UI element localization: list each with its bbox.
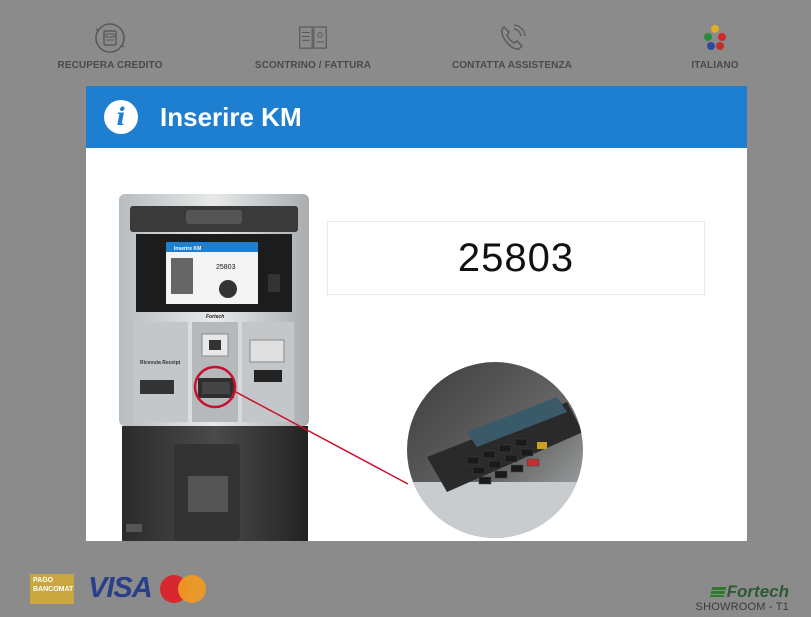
recupera-credito-label: RECUPERA CREDITO: [57, 60, 163, 71]
fortech-branding: Fortech SHOWROOM - T1: [695, 583, 789, 614]
fortech-brand-text: Fortech: [726, 582, 789, 601]
contatta-assistenza-label: CONTATTA ASSISTENZA: [451, 60, 573, 71]
keypad-zoom-image: [407, 362, 583, 538]
scontrino-fattura-button[interactable]: SCONTRINO / FATTURA: [233, 20, 393, 80]
top-bar: RECUPERA CREDITO SCONTRINO / FATTURA CON…: [0, 0, 811, 80]
phone-icon: [494, 20, 530, 56]
km-dialog: i Inserire KM 25803 Inserire KM 25803 Fo…: [86, 86, 747, 541]
flags-icon: [697, 20, 733, 56]
kiosk-screen: RECUPERA CREDITO SCONTRINO / FATTURA CON…: [0, 0, 811, 617]
contatta-assistenza-button[interactable]: CONTATTA ASSISTENZA: [432, 20, 592, 80]
wallet-recovery-icon: [92, 20, 128, 56]
site-label: SHOWROOM - T1: [695, 601, 789, 613]
scontrino-fattura-label: SCONTRINO / FATTURA: [254, 60, 372, 71]
receipt-invoice-icon: [295, 20, 331, 56]
recupera-credito-button[interactable]: RECUPERA CREDITO: [30, 20, 190, 80]
pagobancomat-logo: PAGO BANCOMAT: [30, 573, 74, 604]
fortech-logo: Fortech: [696, 583, 789, 601]
mastercard-logo: [159, 574, 206, 604]
language-label: ITALIANO: [691, 60, 739, 71]
visa-logo: VISA: [88, 572, 153, 604]
language-button[interactable]: ITALIANO: [635, 20, 795, 80]
payment-methods: PAGO BANCOMAT VISA: [30, 572, 206, 605]
